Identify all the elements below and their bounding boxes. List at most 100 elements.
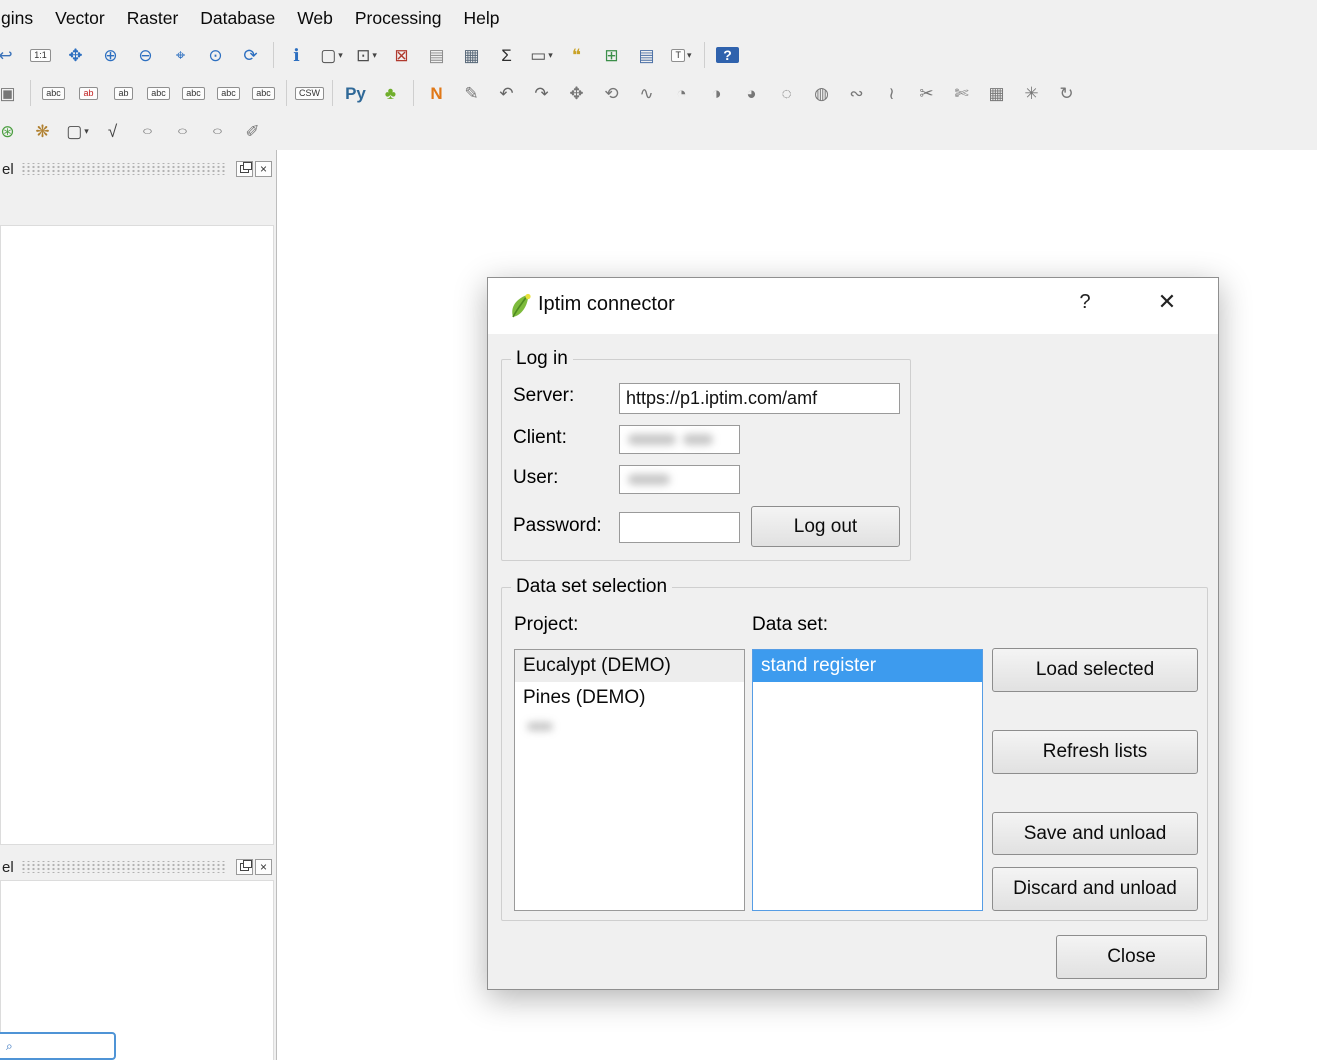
split-features-button[interactable]: ✂ [910,78,943,108]
show-bookmarks-button[interactable]: ▤ [630,40,663,70]
refresh-lists-button[interactable]: Refresh lists [992,730,1198,774]
logout-button[interactable]: Log out [751,506,900,547]
zoom-last-button[interactable]: ↩ [0,40,22,70]
annotation-shape2-button[interactable]: ○ [166,116,199,146]
zoom-to-layer-button[interactable]: ⊙ [199,40,232,70]
dataset-list[interactable]: stand register [752,649,983,911]
zoom-out-button[interactable]: ⊖ [129,40,162,70]
save-and-unload-button[interactable]: Save and unload [992,812,1198,855]
server-input[interactable] [619,383,900,414]
label-move-button[interactable]: abc [177,78,210,108]
project-list[interactable]: Eucalypt (DEMO)Pines (DEMO) [514,649,745,911]
delete-ring-button[interactable]: ◌ [770,78,803,108]
panel-title: el [2,859,14,876]
list-item[interactable]: Eucalypt (DEMO) [515,650,744,682]
offset-curve-button[interactable]: ≀ [875,78,908,108]
panel-float-button[interactable] [236,859,253,875]
menu-vector[interactable]: Vector [44,3,116,34]
select-features-button[interactable]: ▢▾ [315,40,348,70]
check-geometry-button[interactable]: √ [96,116,129,146]
label-rotate-button[interactable]: abc [212,78,245,108]
simplify-feature-icon: ∿ [639,85,653,102]
simplify-feature-button[interactable]: ∿ [630,78,663,108]
text-annotation-button[interactable]: T▾ [665,40,698,70]
csw-button[interactable]: CSW [293,78,326,108]
menu-plugins[interactable]: gins [0,3,44,34]
map-refresh-button[interactable]: ⟳ [234,40,267,70]
label-button[interactable]: abc [37,78,70,108]
panel-close-button[interactable]: × [255,859,272,875]
status-search-box[interactable]: ⌕ [0,1032,116,1060]
select-features-dropdown-icon[interactable]: ▾ [338,50,343,61]
panel-float-button[interactable] [236,161,253,177]
zoom-native-button[interactable]: 1:1 [24,40,57,70]
zoom-full-button[interactable]: ✥ [59,40,92,70]
label-properties-button[interactable]: abc [247,78,280,108]
rotate-feature-button[interactable]: ⟲ [595,78,628,108]
label-pin-button[interactable]: ab [107,78,140,108]
discard-and-unload-button[interactable]: Discard and unload [992,867,1198,911]
label-selected-button[interactable]: ab [72,78,105,108]
reshape-features-button[interactable]: ∾ [840,78,873,108]
menu-database[interactable]: Database [189,3,286,34]
fill-ring-button[interactable]: ◕ [735,78,768,108]
ink-tool-button[interactable]: ✎ [455,78,488,108]
text-annotation-dropdown-icon[interactable]: ▾ [687,50,692,61]
new-bookmark-button[interactable]: ⊞ [595,40,628,70]
plugin-manager-button[interactable]: ♣ [374,78,407,108]
measure-button[interactable]: ▭▾ [525,40,558,70]
rotate-point-button[interactable]: ↻ [1050,78,1083,108]
map-tips-button[interactable]: ❝ [560,40,593,70]
zoom-to-selection-button[interactable]: ⌖ [164,40,197,70]
list-item[interactable]: Pines (DEMO) [515,682,744,714]
user-input[interactable] [619,465,740,494]
panel-grip[interactable] [21,163,227,175]
redo-button[interactable]: ↷ [525,78,558,108]
metasearch-button[interactable]: ⊛ [0,116,24,146]
layer-effects-button[interactable]: ❋ [26,116,59,146]
dialog-close-icon[interactable]: ✕ [1150,289,1184,315]
add-part-button[interactable]: ◑ [700,78,733,108]
deselect-features-button[interactable]: ⊠ [385,40,418,70]
menu-processing[interactable]: Processing [344,3,453,34]
identify-features-button[interactable]: ℹ [280,40,313,70]
select-by-expression-button[interactable]: ⊡▾ [350,40,383,70]
add-ring-button[interactable]: ◔ [665,78,698,108]
python-console-button[interactable]: Py [339,78,372,108]
label-toggle-button[interactable]: abc [142,78,175,108]
layers-panel-body[interactable] [0,225,274,845]
menu-raster[interactable]: Raster [116,3,190,34]
merge-features-button[interactable]: ▦ [980,78,1013,108]
annotation-shape-button[interactable]: ○ [131,116,164,146]
load-selected-button[interactable]: Load selected [992,648,1198,692]
list-item[interactable]: stand register [753,650,982,682]
dialog-help-button[interactable]: ? [1071,291,1099,314]
panel-grip[interactable] [21,861,227,873]
delete-part-button[interactable]: ◍ [805,78,838,108]
paste-features-button[interactable]: ▣ [0,78,24,108]
menu-web[interactable]: Web [286,3,344,34]
select-by-expression-dropdown-icon[interactable]: ▾ [372,50,377,61]
move-feature-button[interactable]: ✥ [560,78,593,108]
measure-dropdown-icon[interactable]: ▾ [548,50,553,61]
toolbar-separator [30,80,31,106]
new-layer-button[interactable]: N [420,78,453,108]
dialog-titlebar[interactable]: Iptim connector ? ✕ [488,278,1218,334]
client-input[interactable] [619,425,740,454]
close-button[interactable]: Close [1056,935,1207,979]
style-brush-button[interactable]: ✐ [236,116,269,146]
password-input[interactable] [619,512,740,543]
undo-button[interactable]: ↶ [490,78,523,108]
statistics-button[interactable]: ▦ [455,40,488,70]
split-parts-button[interactable]: ✄ [945,78,978,108]
menu-help[interactable]: Help [452,3,510,34]
panel-close-button[interactable]: × [255,161,272,177]
open-attribute-table-button[interactable]: ▤ [420,40,453,70]
zoom-in-button[interactable]: ⊕ [94,40,127,70]
select-tool-dropdown-icon[interactable]: ▾ [84,126,89,137]
select-tool-button[interactable]: ▢▾ [61,116,94,146]
annotation-shape3-button[interactable]: ○ [201,116,234,146]
help-button[interactable]: ? [711,40,744,70]
vertex-tool-button[interactable]: ✳ [1015,78,1048,108]
sum-button[interactable]: Σ [490,40,523,70]
